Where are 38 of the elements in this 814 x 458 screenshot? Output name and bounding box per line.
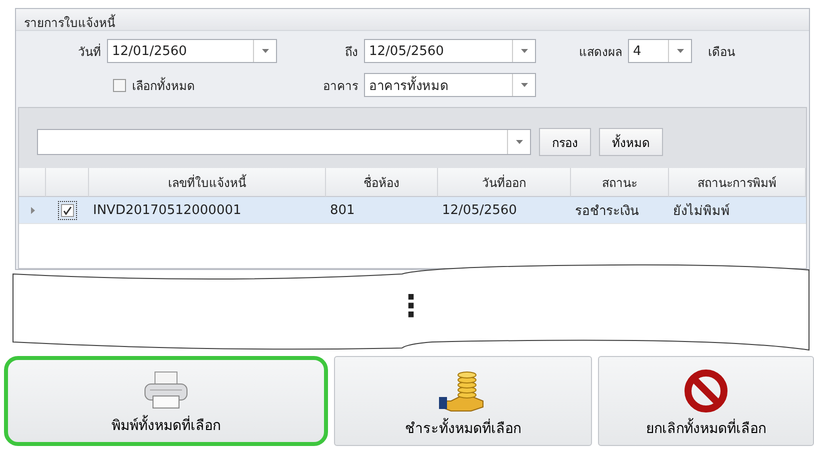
table-row[interactable]: INVD20170512000001 801 12/05/2560 รอชำระเงิน ยังไม่พิมพ์ — [19, 197, 806, 224]
omission-mark: ⋮ — [396, 292, 426, 322]
search-combo-field[interactable] — [37, 129, 531, 155]
action-button[interactable]: พิมพ์ทั้งหมดที่เลือก — [4, 356, 328, 446]
column-header[interactable]: วันที่ออก — [438, 168, 571, 197]
table-cell: 801 — [326, 197, 438, 224]
select-all-checkbox[interactable] — [113, 78, 126, 92]
column-header[interactable]: สถานะ — [571, 168, 669, 197]
prohibited-icon — [684, 369, 728, 413]
months-field[interactable]: 4 — [628, 39, 692, 63]
table-cell: INVD20170512000001 — [89, 197, 326, 224]
select-all-label: เลือกทั้งหมด — [132, 76, 195, 94]
table-cell: ยังไม่พิมพ์ — [669, 197, 806, 224]
column-header[interactable]: เลขที่ใบแจ้งหนี้ — [89, 168, 326, 197]
dropdown-arrow-icon[interactable] — [520, 83, 528, 87]
date-label: วันที่ — [77, 42, 101, 60]
dropdown-arrow-icon[interactable] — [262, 49, 268, 53]
table-cell: 12/05/2560 — [438, 197, 571, 224]
column-header[interactable]: ชื่อห้อง — [326, 168, 438, 197]
row-pointer-icon — [30, 206, 34, 214]
show-label: แสดงผล — [578, 44, 622, 60]
dropdown-arrow-icon[interactable] — [516, 140, 522, 144]
dropdown-arrow-icon[interactable] — [520, 49, 528, 53]
building-label: อาคาร — [322, 78, 358, 94]
action-button[interactable]: ยกเลิกทั้งหมดที่เลือก — [598, 356, 814, 446]
table-cell: รอชำระเงิน — [571, 197, 669, 224]
dropdown-arrow-icon[interactable] — [676, 49, 684, 53]
printer-icon — [142, 370, 190, 410]
action-button[interactable]: ชำระทั้งหมดที่เลือก — [334, 356, 592, 446]
months-unit-label: เดือน — [707, 44, 736, 60]
panel-title: รายการใบแจ้งหนี้ — [16, 9, 809, 31]
filter-button[interactable]: กรอง — [539, 128, 591, 156]
date-to-field[interactable]: 12/05/2560 — [364, 39, 536, 63]
building-field[interactable]: อาคารทั้งหมด — [364, 73, 536, 97]
date-from-field[interactable]: 12/01/2560 — [107, 39, 277, 63]
all-button[interactable]: ทั้งหมด — [599, 128, 663, 156]
to-label: ถึง — [344, 44, 358, 60]
column-header[interactable]: สถานะการพิมพ์ — [669, 168, 806, 197]
